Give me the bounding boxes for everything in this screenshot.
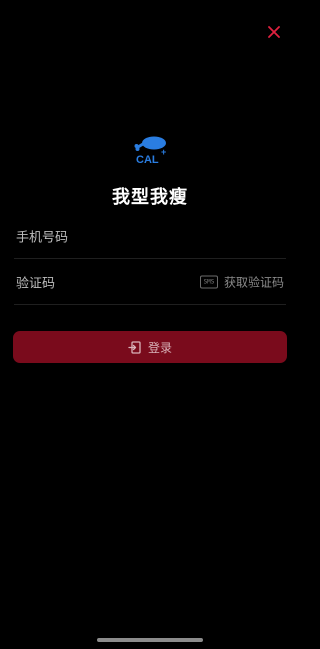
get-code-button[interactable]: SMS 获取验证码 <box>199 273 284 290</box>
close-icon <box>268 26 280 38</box>
logo-plus: + <box>161 147 166 157</box>
code-field[interactable]: 验证码 SMS 获取验证码 <box>14 259 286 305</box>
login-screen: CAL + 我型我瘦 手机号码 验证码 SMS 获取验证码 登录 <box>0 0 300 649</box>
login-label: 登录 <box>147 340 172 355</box>
app-logo: CAL + <box>134 136 166 166</box>
home-indicator[interactable] <box>97 638 203 642</box>
sms-icon: SMS <box>199 275 218 288</box>
close-button[interactable] <box>264 22 284 42</box>
login-icon <box>128 340 141 354</box>
get-code-label: 获取验证码 <box>223 275 284 289</box>
code-placeholder: 验证码 <box>16 276 56 291</box>
login-button[interactable]: 登录 <box>13 331 287 363</box>
phone-field[interactable]: 手机号码 <box>14 213 286 259</box>
logo-text: CAL <box>136 154 159 166</box>
phone-placeholder: 手机号码 <box>16 230 69 245</box>
app-title: 我型我瘦 <box>112 187 188 208</box>
